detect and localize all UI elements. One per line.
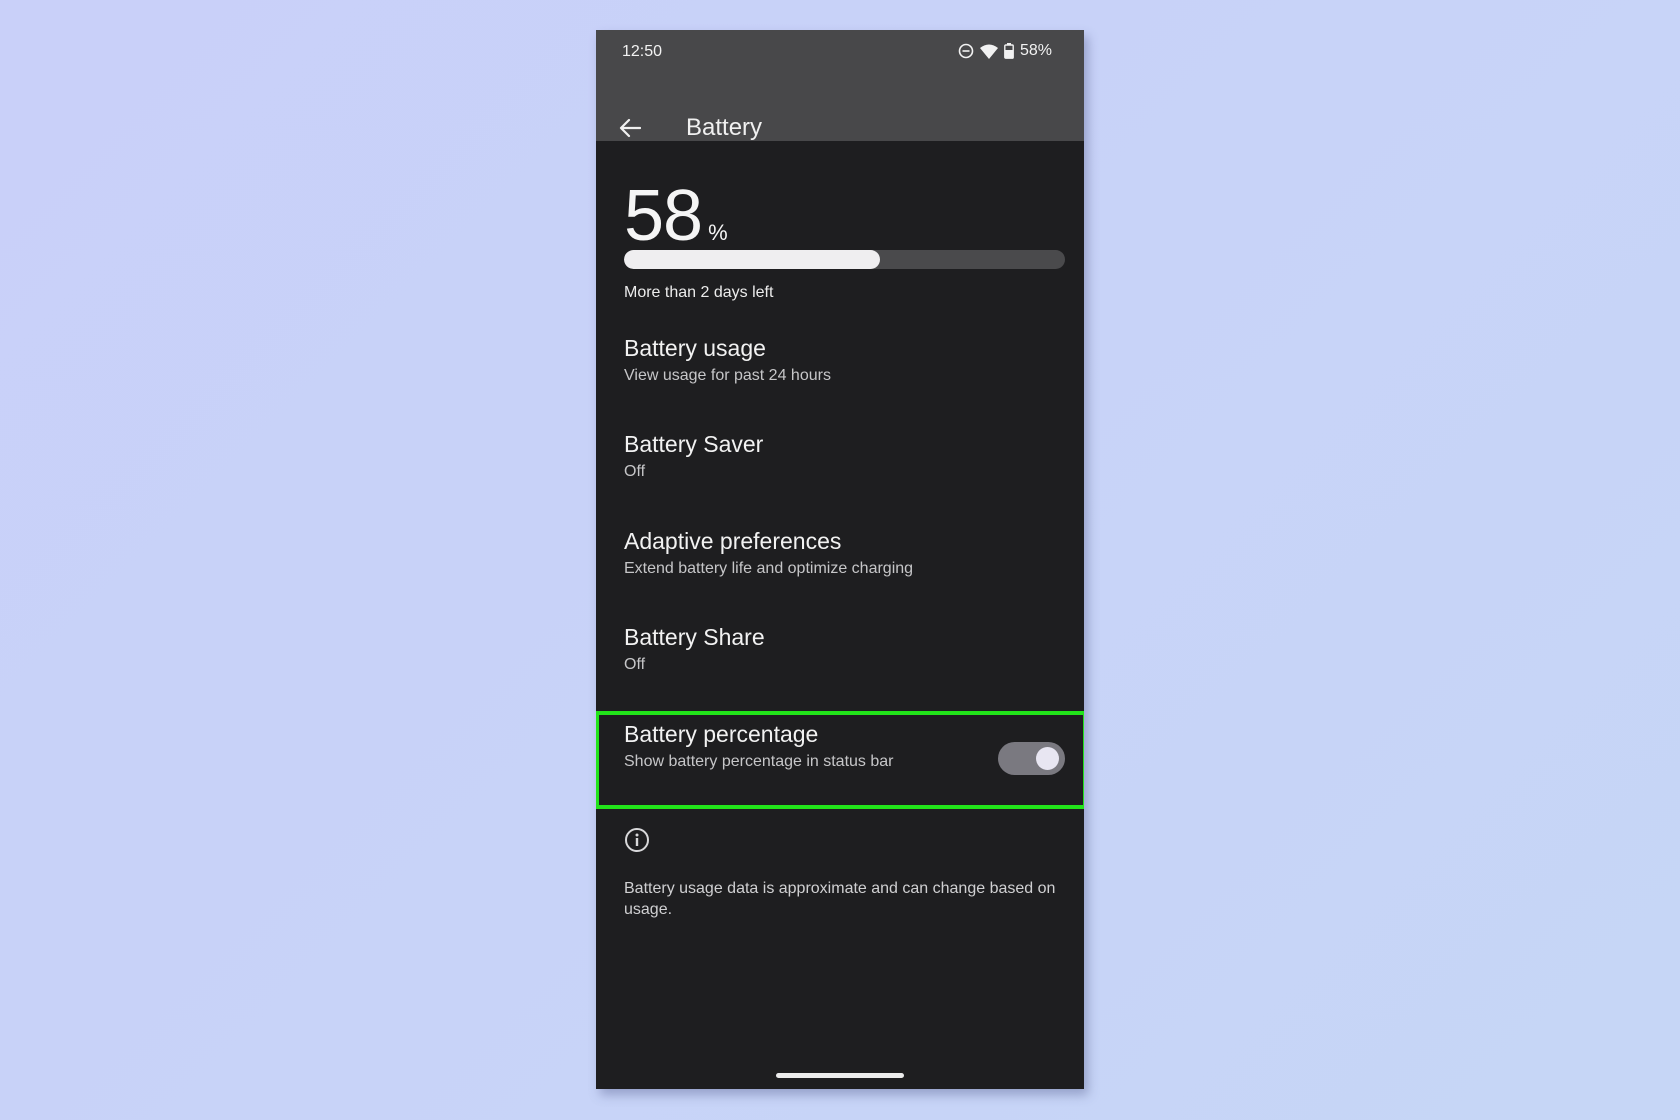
do-not-disturb-icon <box>958 43 974 59</box>
setting-subtitle: Extend battery life and optimize chargin… <box>624 560 914 577</box>
battery-progress-bar <box>624 250 1065 269</box>
setting-title: Battery usage <box>624 335 766 361</box>
status-time: 12:50 <box>622 43 663 60</box>
status-battery-percent: 58% <box>1019 42 1052 59</box>
setting-title: Battery percentage <box>624 721 819 747</box>
phone-screen: 12:50 58% Battery 58 % More than 2 days … <box>596 30 1084 1089</box>
page-title: Battery <box>686 114 763 141</box>
setting-battery-saver[interactable]: Battery Saver Off <box>624 430 1064 483</box>
wifi-icon <box>979 44 998 59</box>
setting-battery-percentage[interactable]: Battery percentage Show battery percenta… <box>624 720 984 773</box>
setting-battery-usage[interactable]: Battery usage View usage for past 24 hou… <box>624 334 1064 387</box>
toggle-thumb <box>1036 747 1059 770</box>
battery-time-left: More than 2 days left <box>624 284 774 301</box>
setting-title: Battery Share <box>624 624 765 650</box>
battery-percentage-toggle[interactable] <box>998 742 1065 775</box>
setting-subtitle: Show battery percentage in status bar <box>624 753 894 770</box>
battery-progress-fill <box>624 250 880 269</box>
battery-level-value: 58 <box>624 176 703 256</box>
back-button[interactable] <box>614 112 646 144</box>
info-icon <box>624 827 650 858</box>
battery-level: 58 % <box>624 180 728 252</box>
setting-title: Battery Saver <box>624 431 764 457</box>
setting-subtitle: Off <box>624 656 646 673</box>
app-bar: 12:50 58% Battery <box>596 30 1084 141</box>
setting-battery-share[interactable]: Battery Share Off <box>624 623 1064 676</box>
setting-subtitle: Off <box>624 463 646 480</box>
battery-level-sign: % <box>708 220 728 245</box>
setting-adaptive-preferences[interactable]: Adaptive preferences Extend battery life… <box>624 527 1064 580</box>
home-indicator[interactable] <box>776 1073 904 1078</box>
setting-title: Adaptive preferences <box>624 528 842 554</box>
battery-icon <box>1004 43 1014 59</box>
setting-subtitle: View usage for past 24 hours <box>624 367 831 384</box>
arrow-left-icon <box>619 118 641 138</box>
footer-note: Battery usage data is approximate and ca… <box>624 880 1056 918</box>
status-icons: 58% <box>958 42 1052 60</box>
